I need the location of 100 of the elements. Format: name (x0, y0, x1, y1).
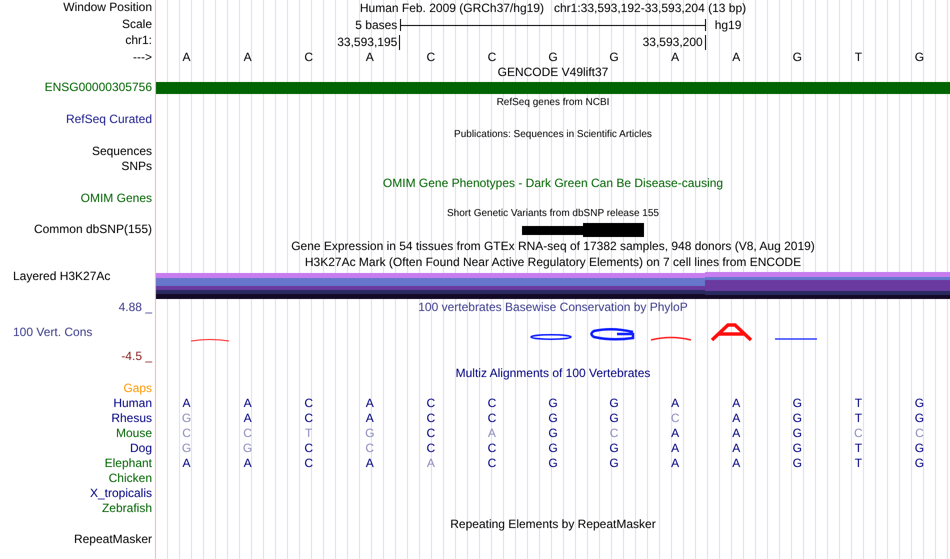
track-title: GENCODE V49lift37 (498, 64, 608, 80)
alignment-base: C (303, 441, 314, 456)
alignment-base: G (180, 441, 192, 456)
alignment-base: G (608, 411, 620, 426)
track-label[interactable]: 4.88 _ (118, 300, 152, 315)
track-label[interactable]: Dog (130, 441, 152, 456)
variant-drawing[interactable] (522, 223, 644, 237)
track-title: Gene Expression in 54 tissues from GTEx RNA-seq of 17382 samples, 948 donors (V8, Aug 2019) (291, 238, 815, 254)
track-label[interactable]: Layered H3K27Ac (0, 269, 110, 284)
alignment-base: G (547, 456, 559, 471)
base-letter: A (242, 50, 253, 65)
track-title: Short Genetic Variants from dbSNP release 155 (447, 207, 659, 221)
alignment-base: C (853, 426, 864, 441)
alignment-base: G (792, 411, 803, 426)
base-letter: A (670, 50, 680, 65)
alignment-base: C (426, 426, 436, 441)
base-letter: G (547, 50, 559, 65)
alignment-base: G (914, 441, 926, 456)
alignment-base: C (364, 441, 376, 456)
alignment-base: C (486, 411, 498, 426)
alignment-base: A (731, 456, 742, 471)
alignment-base: G (547, 441, 559, 456)
track-label[interactable]: Common dbSNP(155) (34, 222, 152, 237)
track-label[interactable]: RepeatMasker (74, 532, 152, 547)
alignment-base: G (608, 396, 620, 411)
assembly-title: Human Feb. 2009 (GRCh37/hg19) (360, 0, 544, 17)
alignment-base: A (364, 396, 375, 411)
track-label[interactable]: -4.5 _ (121, 349, 152, 364)
track-title: Repeating Elements by RepeatMasker (450, 516, 656, 532)
base-letter: G (608, 50, 620, 65)
alignment-base: A (670, 456, 680, 471)
track-label[interactable]: ---> (133, 50, 152, 65)
alignment-base: C (303, 456, 314, 471)
assembly-label: hg19 (714, 18, 742, 32)
alignment-base: C (426, 441, 436, 456)
alignment-base: T (304, 426, 314, 441)
alignment-base: A (364, 456, 375, 471)
base-letter: C (426, 50, 436, 65)
alignment-base: A (731, 396, 742, 411)
alignment-base: A (182, 456, 192, 471)
track-label[interactable]: Sequences (92, 144, 152, 159)
track-label[interactable]: Zebrafish (102, 501, 152, 516)
track-label[interactable]: SNPs (121, 159, 152, 174)
track-label[interactable]: OMIM Genes (80, 191, 152, 206)
alignment-base: G (547, 426, 559, 441)
alignment-base: G (608, 456, 620, 471)
track-label[interactable]: Window Position (63, 0, 152, 15)
alignment-base: G (547, 411, 559, 426)
alignment-base: A (242, 456, 253, 471)
alignment-base: T (854, 411, 864, 426)
alignment-base: G (792, 396, 803, 411)
alignment-base: C (486, 441, 498, 456)
track-label[interactable]: chr1: (125, 33, 152, 48)
alignment-base: G (792, 441, 803, 456)
track-title: Publications: Sequences in Scientific Articles (454, 128, 652, 142)
track-label[interactable]: Human (113, 396, 152, 411)
base-letter: A (364, 50, 375, 65)
base-letter: T (854, 50, 864, 65)
alignment-base: A (670, 396, 680, 411)
position-text: chr1:33,593,192-33,593,204 (13 bp) (554, 0, 746, 17)
alignment-base: C (426, 396, 436, 411)
scale-span: 5 bases (354, 18, 398, 32)
alignment-base: T (854, 441, 864, 456)
base-letter: C (303, 50, 314, 65)
alignment-base: C (670, 411, 680, 426)
track-title: RefSeq genes from NCBI (496, 96, 610, 110)
track-label[interactable]: Mouse (116, 426, 152, 441)
track-label[interactable]: Rhesus (111, 411, 152, 426)
alignment-base: A (731, 441, 742, 456)
alignment-base: A (670, 426, 680, 441)
track-title: 100 vertebrates Basewise Conservation by PhyloP (418, 299, 688, 315)
track-label[interactable]: Elephant (104, 456, 152, 471)
alignment-base: A (486, 426, 497, 441)
track-label[interactable]: X_tropicalis (90, 486, 152, 501)
track-label[interactable]: Chicken (108, 471, 152, 486)
track-title: H3K27Ac Mark (Often Found Near Active Regulatory Elements) on 7 cell lines from ENCODE (304, 254, 802, 270)
alignment-base: A (731, 411, 742, 426)
alignment-base: G (608, 441, 620, 456)
track-title: Multiz Alignments of 100 Vertebrates (456, 365, 650, 381)
base-letter: A (731, 50, 742, 65)
alignment-base: T (854, 396, 864, 411)
alignment-base: C (242, 426, 253, 441)
track-label[interactable]: RefSeq Curated (66, 112, 152, 127)
base-letter: G (914, 50, 926, 65)
alignment-base: G (914, 456, 926, 471)
alignment-base: C (426, 411, 436, 426)
alignment-base: G (242, 441, 254, 456)
track-label[interactable]: ENSG00000305756 (44, 80, 152, 95)
alignment-base: G (547, 396, 559, 411)
alignment-base: A (242, 396, 253, 411)
alignment-base: C (914, 426, 925, 441)
alignment-base: A (182, 396, 192, 411)
alignment-base: T (854, 456, 864, 471)
coordinate-label: 33,593,200 (642, 35, 706, 50)
alignment-base: A (670, 441, 680, 456)
track-label[interactable]: 100 Vert. Cons (0, 324, 92, 340)
alignment-base: G (914, 396, 926, 411)
alignment-base: C (303, 411, 314, 426)
base-letter: G (792, 50, 803, 65)
track-label[interactable]: Scale (122, 17, 152, 32)
